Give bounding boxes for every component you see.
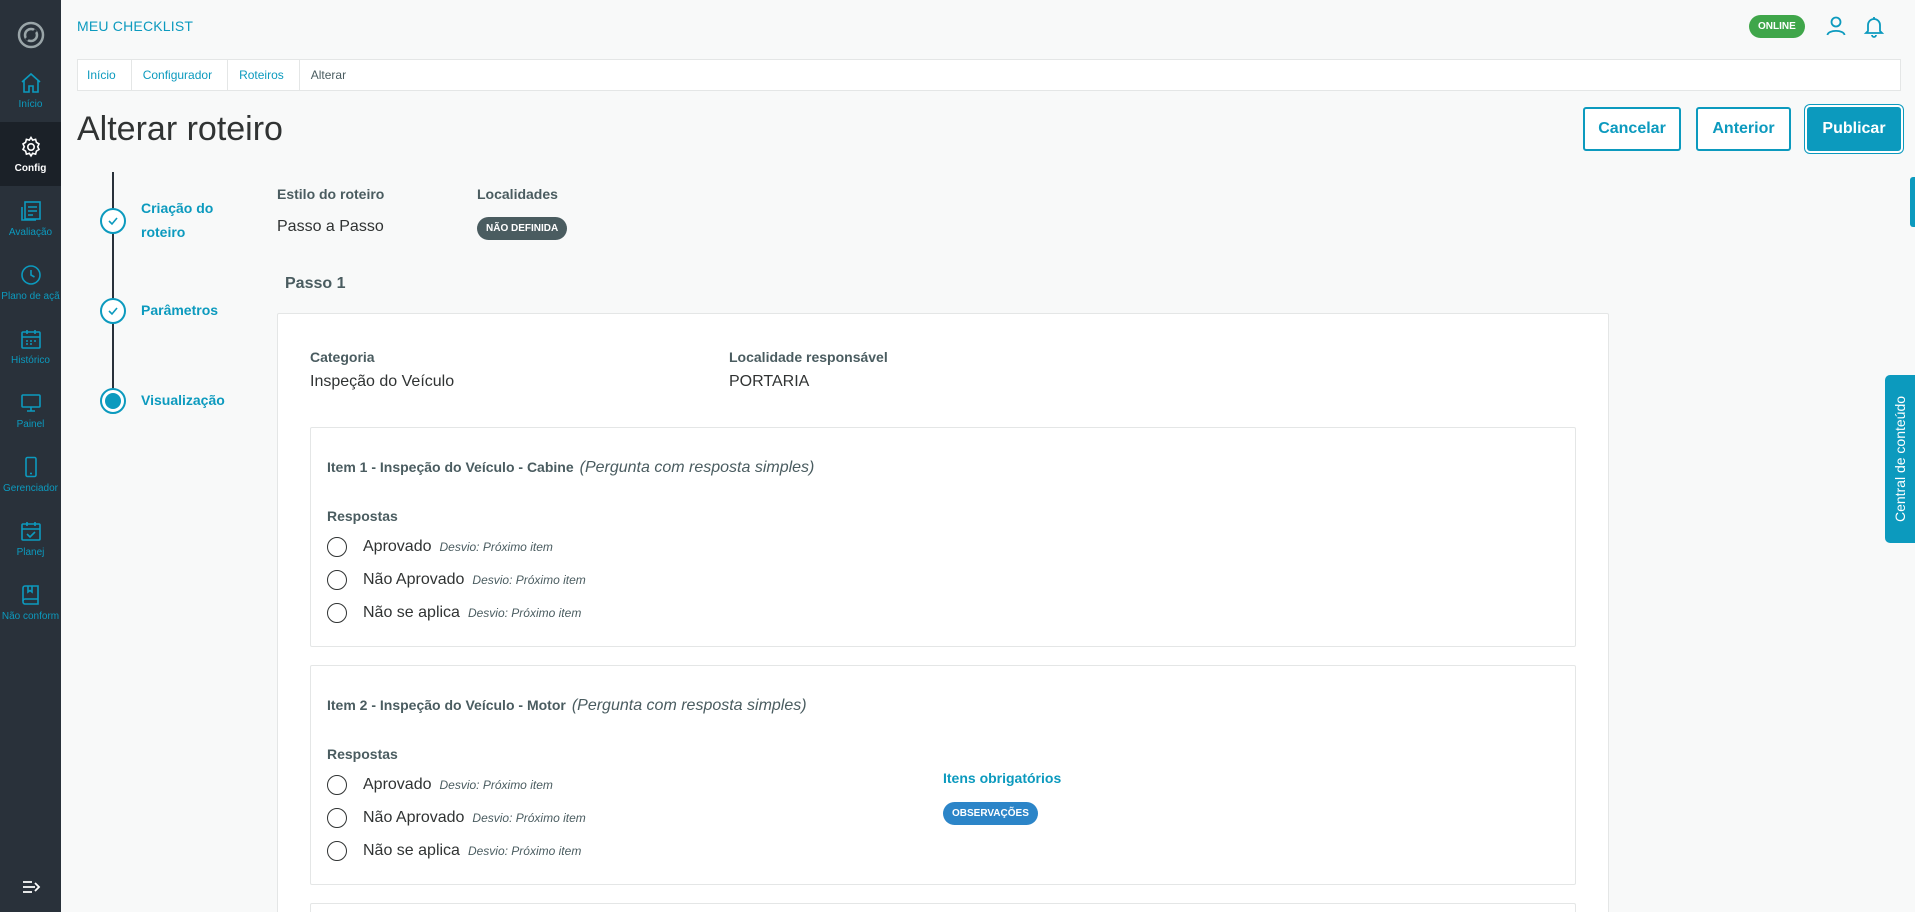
step-2-check-icon bbox=[100, 298, 126, 324]
top-bar: MEU CHECKLIST ONLINE bbox=[61, 0, 1915, 52]
calendar-icon bbox=[20, 329, 41, 349]
user-icon[interactable] bbox=[1824, 14, 1848, 38]
scrollbar-handle[interactable] bbox=[1910, 177, 1915, 227]
question-type: (Pergunta com resposta simples) bbox=[571, 697, 807, 714]
publish-button[interactable]: Publicar bbox=[1807, 107, 1901, 151]
breadcrumb-item-alterar: Alterar bbox=[310, 68, 347, 82]
breadcrumb-item-configurador[interactable]: Configurador bbox=[134, 68, 224, 82]
category-value: Inspeção do Veículo bbox=[310, 373, 455, 390]
radio-button[interactable] bbox=[327, 808, 347, 828]
document-list-icon bbox=[20, 200, 41, 221]
step-criacao-do-roteiro[interactable]: Criação do roteiro bbox=[141, 196, 213, 244]
sidebar-item-avaliacao[interactable]: Avaliação bbox=[0, 186, 61, 250]
sidebar-item-label: Plano de açã bbox=[1, 290, 60, 302]
sidebar-item-nao-conformidade[interactable]: Não conform bbox=[0, 570, 61, 634]
expand-menu-button[interactable] bbox=[0, 870, 61, 904]
radio-button[interactable] bbox=[327, 537, 347, 557]
style-value: Passo a Passo bbox=[277, 218, 384, 235]
sidebar-item-label: Gerenciador bbox=[2, 482, 59, 494]
response-option[interactable]: Não Aprovado Desvio: Próximo item bbox=[327, 806, 586, 830]
radio-button[interactable] bbox=[327, 841, 347, 861]
item-card-2: Item 2 - Inspeção do Veículo - Motor (Per… bbox=[310, 665, 1576, 885]
step-parametros[interactable]: Parâmetros bbox=[141, 298, 218, 322]
locations-badge: NÃO DEFINIDA bbox=[477, 217, 568, 240]
step-title: Passo 1 bbox=[285, 275, 346, 292]
location-responsible-label: Localidade responsável bbox=[729, 349, 888, 365]
category-label: Categoria bbox=[310, 349, 375, 365]
home-icon bbox=[20, 72, 41, 93]
clock-icon bbox=[20, 264, 41, 285]
sidebar-item-gerenciador[interactable]: Gerenciador bbox=[0, 442, 61, 506]
radio-button[interactable] bbox=[327, 603, 347, 623]
cancel-button[interactable]: Cancelar bbox=[1583, 107, 1681, 151]
breadcrumb-item-roteiros[interactable]: Roteiros bbox=[230, 68, 296, 82]
book-icon bbox=[21, 584, 39, 605]
previous-button[interactable]: Anterior bbox=[1696, 107, 1791, 151]
step-1-check-icon bbox=[100, 208, 126, 234]
observations-badge: OBSERVAÇÕES bbox=[943, 802, 1038, 825]
sidebar-item-label: Histórico bbox=[11, 354, 50, 366]
sidebar-item-label: Planej bbox=[16, 546, 45, 558]
app-logo-icon[interactable] bbox=[0, 12, 61, 58]
calendar-check-icon bbox=[20, 521, 41, 541]
item-title: Item 2 - Inspeção do Veículo - Motor (Per… bbox=[327, 697, 807, 714]
gear-icon bbox=[21, 135, 40, 157]
mobile-icon bbox=[24, 456, 37, 477]
sidebar-item-label: Config bbox=[14, 162, 47, 174]
radio-button[interactable] bbox=[327, 775, 347, 795]
item-card-3 bbox=[310, 903, 1576, 912]
location-responsible-value: PORTARIA bbox=[729, 373, 810, 390]
breadcrumb-item-inicio[interactable]: Início bbox=[78, 68, 128, 82]
question-type: (Pergunta com resposta simples) bbox=[579, 459, 815, 476]
response-option[interactable]: Não Aprovado Desvio: Próximo item bbox=[327, 568, 586, 592]
sidebar-item-inicio[interactable]: Início bbox=[0, 58, 61, 122]
radio-button[interactable] bbox=[327, 570, 347, 590]
sidebar-item-config[interactable]: Config bbox=[0, 122, 61, 186]
response-option[interactable]: Não se aplica Desvio: Próximo item bbox=[327, 839, 581, 863]
responses-label: Respostas bbox=[327, 508, 398, 524]
sidebar: Início Config Avaliação Plano de açã His… bbox=[0, 0, 61, 912]
sidebar-item-label: Não conform bbox=[1, 610, 60, 622]
sidebar-item-label: Início bbox=[18, 98, 43, 110]
page-title: Alterar roteiro bbox=[77, 110, 283, 148]
sidebar-item-plano-de-acao[interactable]: Plano de açã bbox=[0, 250, 61, 314]
step-3-current-icon bbox=[100, 388, 126, 414]
online-status-badge: ONLINE bbox=[1749, 15, 1805, 38]
central-de-conteudo-tab[interactable]: Central de conteúdo bbox=[1885, 375, 1915, 543]
item-title: Item 1 - Inspeção do Veículo - Cabine (Pe… bbox=[327, 459, 815, 476]
sidebar-item-planej[interactable]: Planej bbox=[0, 506, 61, 570]
monitor-icon bbox=[20, 393, 41, 412]
response-option[interactable]: Aprovado Desvio: Próximo item bbox=[327, 773, 553, 797]
sidebar-item-historico[interactable]: Histórico bbox=[0, 314, 61, 378]
app-title[interactable]: MEU CHECKLIST bbox=[77, 18, 193, 34]
bell-icon[interactable] bbox=[1862, 14, 1886, 38]
sidebar-item-label: Painel bbox=[16, 418, 45, 430]
style-label: Estilo do roteiro bbox=[277, 186, 385, 202]
breadcrumb: Início Configurador Roteiros Alterar bbox=[77, 59, 1901, 91]
item-card-1: Item 1 - Inspeção do Veículo - Cabine (Pe… bbox=[310, 427, 1576, 647]
stepper-line bbox=[112, 172, 114, 400]
locations-label: Localidades bbox=[477, 186, 558, 202]
step-visualizacao[interactable]: Visualização bbox=[141, 388, 225, 412]
menu-expand-icon bbox=[22, 881, 40, 893]
sidebar-item-painel[interactable]: Painel bbox=[0, 378, 61, 442]
sidebar-item-label: Avaliação bbox=[8, 226, 53, 238]
response-option[interactable]: Aprovado Desvio: Próximo item bbox=[327, 535, 553, 559]
required-items-label: Itens obrigatórios bbox=[943, 770, 1062, 786]
responses-label: Respostas bbox=[327, 746, 398, 762]
response-option[interactable]: Não se aplica Desvio: Próximo item bbox=[327, 601, 581, 625]
